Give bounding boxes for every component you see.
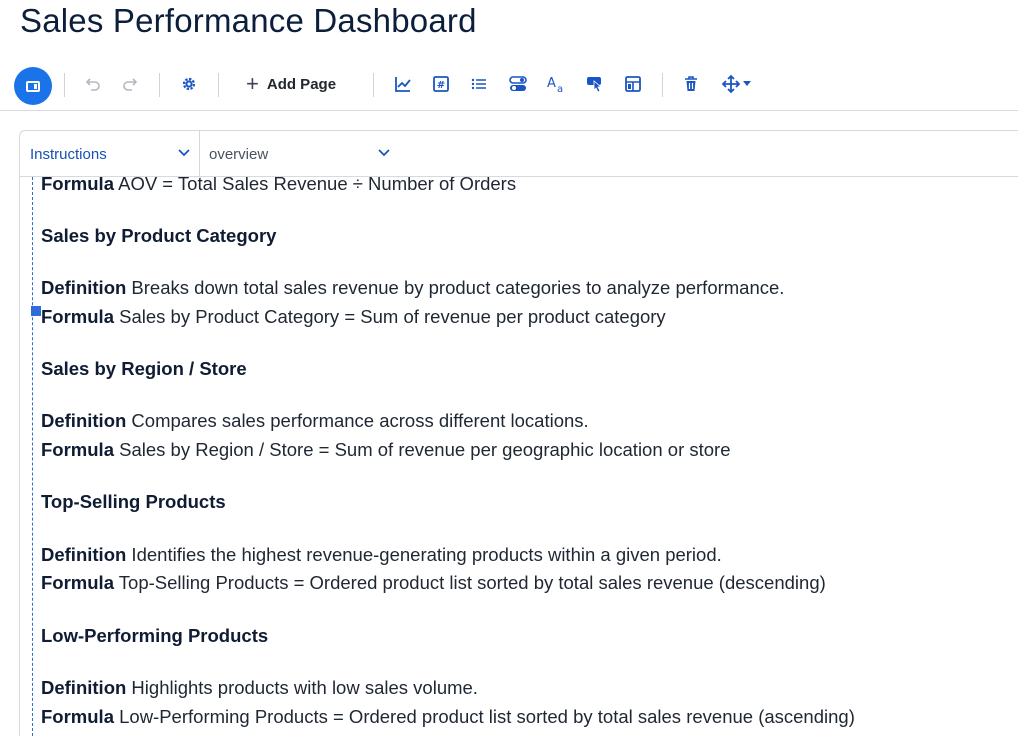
add-layout-button[interactable]: [622, 70, 644, 98]
chevron-down-icon: [378, 149, 390, 157]
plus-icon: +: [246, 71, 259, 96]
selection-guide-line: [32, 177, 33, 736]
add-toggle-button[interactable]: [507, 70, 529, 98]
add-page-label: Add Page: [266, 75, 337, 93]
definition-line: Definition Breaks down total sales reven…: [41, 277, 785, 298]
svg-text:A: A: [547, 76, 556, 91]
add-chart-button[interactable]: [392, 70, 414, 98]
panel-toggle-button[interactable]: [14, 67, 52, 105]
add-number-card-button[interactable]: #: [430, 70, 452, 98]
list-icon: [471, 78, 486, 90]
tab-overview-label: overview: [209, 145, 269, 163]
settings-gear-icon: [182, 77, 196, 91]
toolbar-divider: [218, 73, 219, 97]
section-heading: Sales by Product Category: [41, 225, 277, 246]
move-icon: [721, 74, 741, 94]
selection-handle[interactable]: [31, 306, 41, 316]
section-heading: Top-Selling Products: [41, 491, 226, 512]
toolbar-divider: [64, 73, 65, 97]
formula-line: Formula Sales by Product Category = Sum …: [41, 306, 666, 327]
add-list-button[interactable]: [468, 70, 490, 98]
svg-text:a: a: [557, 84, 563, 94]
trash-icon: [685, 76, 697, 91]
layout-icon: [625, 76, 641, 92]
move-menu-button[interactable]: [719, 70, 753, 98]
section-heading: Low-Performing Products: [41, 625, 269, 646]
redo-icon: [123, 78, 138, 91]
definition-line: Definition Identifies the highest revenu…: [41, 544, 722, 565]
formula-line: Formula AOV = Total Sales Revenue ÷ Numb…: [41, 177, 517, 194]
undo-button[interactable]: [82, 70, 104, 98]
formula-line: Formula Low-Performing Products = Ordere…: [41, 706, 855, 727]
toolbar: + Add Page # Aa: [0, 60, 1018, 111]
add-page-button[interactable]: + Add Page: [246, 70, 352, 98]
add-button-widget[interactable]: [584, 70, 606, 98]
toolbar-divider: [662, 73, 663, 97]
formula-line: Formula Top-Selling Products = Ordered p…: [41, 572, 826, 593]
page-title: Sales Performance Dashboard: [20, 2, 477, 39]
redo-button[interactable]: [119, 70, 141, 98]
definition-line: Definition Compares sales performance ac…: [41, 410, 589, 431]
tab-overview[interactable]: overview: [200, 131, 400, 177]
toolbar-divider: [373, 73, 374, 97]
delete-button[interactable]: [680, 70, 702, 98]
tab-instructions-label: Instructions: [30, 145, 107, 163]
add-text-button[interactable]: Aa: [545, 70, 567, 98]
chevron-down-icon: [743, 81, 751, 86]
toolbar-divider: [159, 73, 160, 97]
section-heading: Sales by Region / Store: [41, 358, 247, 379]
text-style-icon: Aa: [547, 76, 563, 94]
touch-button-icon: [587, 77, 603, 93]
number-card-icon: #: [433, 76, 449, 92]
settings-button[interactable]: [178, 70, 200, 98]
tab-instructions[interactable]: Instructions: [20, 131, 200, 177]
tab-bar: Instructions overview: [19, 130, 1018, 177]
line-chart-icon: [395, 77, 411, 92]
chevron-down-icon: [178, 149, 190, 157]
svg-text:#: #: [437, 80, 445, 91]
undo-icon: [85, 78, 100, 91]
instructions-content[interactable]: Formula AOV = Total Sales Revenue ÷ Numb…: [19, 177, 1018, 736]
formula-line: Formula Sales by Region / Store = Sum of…: [41, 439, 731, 460]
toggle-icon: [509, 76, 527, 91]
definition-line: Definition Highlights products with low …: [41, 677, 478, 698]
panel-toggle-icon: [26, 80, 40, 92]
